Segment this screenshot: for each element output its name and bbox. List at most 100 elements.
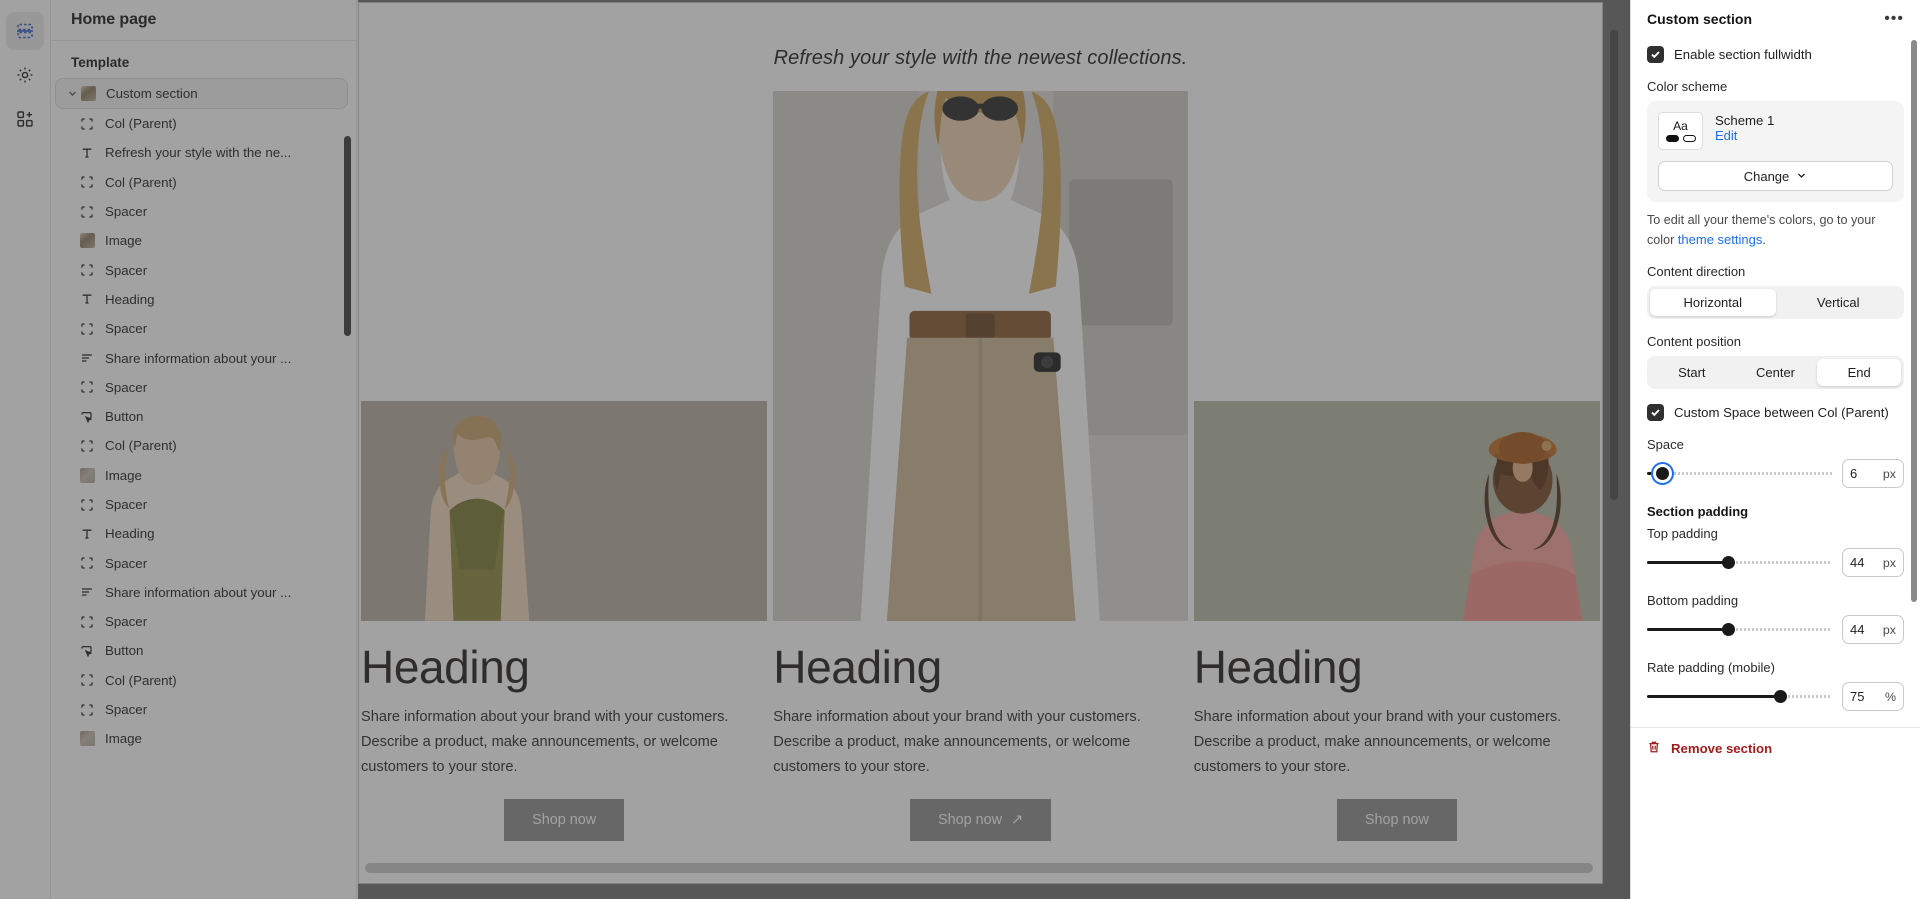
tree-row-spacer[interactable]: Spacer	[51, 373, 356, 402]
custom-space-checkbox[interactable]	[1647, 404, 1664, 422]
slider-knob[interactable]	[1722, 623, 1736, 637]
content-position-label: Content position	[1647, 334, 1741, 350]
sections-icon[interactable]	[6, 12, 44, 50]
column-right-heading: Heading	[1193, 641, 1363, 693]
scheme-name: Scheme 1	[1715, 113, 1775, 128]
image-thumbnail-icon	[80, 86, 96, 102]
tree-row-share-information-about-your[interactable]: Share information about your ...	[51, 578, 356, 607]
change-scheme-button[interactable]: Change	[1658, 161, 1893, 191]
button-icon	[79, 409, 95, 425]
scheme-swatch[interactable]: Aa	[1658, 112, 1703, 150]
tree-row-col-parent[interactable]: Col (Parent)	[51, 666, 356, 695]
tree-row-heading[interactable]: Heading	[51, 519, 356, 548]
slider-knob[interactable]	[1722, 556, 1736, 570]
tree-row-label: Image	[105, 467, 142, 483]
tree-row-image[interactable]: Image	[51, 724, 356, 753]
canvas-vertical-scrollbar[interactable]	[1610, 30, 1618, 500]
tree-row-spacer[interactable]: Spacer	[51, 490, 356, 519]
tree-row-col-parent[interactable]: Col (Parent)	[51, 109, 356, 138]
column-left-body: Heading Share information about your bra…	[361, 643, 767, 841]
more-options-icon[interactable]: •••	[1884, 11, 1904, 27]
tree-row-label: Share information about your ...	[105, 350, 292, 366]
bottom-padding-slider-track[interactable]	[1647, 622, 1832, 638]
shop-now-button-right[interactable]: Shop now	[1336, 798, 1457, 841]
thumbnail-swatch	[79, 233, 95, 249]
tree-row-image[interactable]: Image	[51, 226, 356, 255]
tree-row-label: Image	[105, 233, 142, 249]
tree-row-custom-section[interactable]: Custom section	[55, 78, 348, 109]
direction-option-vertical[interactable]: Vertical	[1776, 289, 1902, 316]
column-center-button-wrap: Shop now ↗	[773, 798, 1187, 841]
rate-padding-slider-track[interactable]	[1647, 689, 1832, 705]
space-slider-track[interactable]	[1647, 466, 1832, 482]
top-padding-value: 44	[1850, 555, 1865, 571]
content-direction-segmented: Horizontal Vertical	[1647, 286, 1904, 320]
thumbnail-swatch	[79, 467, 95, 483]
swatch-pills	[1665, 135, 1696, 142]
theme-settings-hint: To edit all your theme's colors, go to y…	[1647, 211, 1904, 249]
fullwidth-checkbox[interactable]	[1647, 46, 1664, 63]
rate-padding-input[interactable]: 75 %	[1842, 682, 1904, 712]
position-option-center[interactable]: Center	[1734, 359, 1818, 386]
column-center-body: Heading Share information about your bra…	[773, 643, 1187, 841]
bottom-padding-value: 44	[1850, 622, 1865, 638]
bottom-padding-input[interactable]: 44 px	[1842, 615, 1904, 645]
column-left-text: Share information about your brand with …	[361, 709, 729, 776]
tree-row-refresh-your-style-with-the-ne[interactable]: Refresh your style with the ne...	[51, 138, 356, 167]
panel-scrollbar[interactable]	[1911, 40, 1917, 602]
chevron-down-icon[interactable]	[64, 88, 80, 99]
slider-knob[interactable]	[1774, 690, 1788, 704]
image-thumbnail	[79, 467, 95, 483]
tree-row-button[interactable]: Button	[51, 636, 356, 665]
column-left-image[interactable]	[361, 401, 768, 621]
theme-settings-link[interactable]: theme settings	[1678, 232, 1763, 247]
settings-icon[interactable]	[6, 56, 44, 94]
space-value-input[interactable]: 6 px	[1842, 459, 1904, 489]
tree-row-col-parent[interactable]: Col (Parent)	[51, 431, 356, 460]
fullwidth-checkbox-row[interactable]: Enable section fullwidth	[1647, 46, 1904, 63]
preview-frame: Refresh your style with the newest colle…	[358, 2, 1603, 884]
slider-remaining-track	[1728, 561, 1832, 565]
tree-row-button[interactable]: Button	[51, 402, 356, 431]
canvas-horizontal-scrollbar[interactable]	[365, 863, 1593, 873]
tree-row-share-information-about-your[interactable]: Share information about your ...	[51, 343, 356, 372]
page-title: Home page	[71, 11, 157, 28]
tree-row-label: Spacer	[105, 555, 148, 571]
slider-remaining-track	[1661, 472, 1832, 476]
top-padding-input[interactable]: 44 px	[1842, 548, 1904, 578]
slider-knob[interactable]	[1655, 467, 1669, 481]
shop-now-button-left[interactable]: Shop now	[504, 798, 625, 841]
tree-row-heading[interactable]: Heading	[51, 285, 356, 314]
tree-row-spacer[interactable]: Spacer	[51, 695, 356, 724]
top-padding-slider-track[interactable]	[1647, 555, 1832, 571]
position-option-start[interactable]: Start	[1650, 359, 1734, 386]
tree-row-spacer[interactable]: Spacer	[51, 548, 356, 577]
bottom-padding-slider-row: 44 px	[1647, 615, 1904, 645]
tree-row-label: Col (Parent)	[105, 174, 177, 190]
frame-icon	[79, 672, 95, 688]
column-center-image[interactable]	[773, 91, 1188, 621]
direction-option-horizontal[interactable]: Horizontal	[1650, 289, 1776, 317]
layers-sidebar: Home page Template Custom section Col (P…	[51, 0, 357, 899]
tree-row-image[interactable]: Image	[51, 461, 356, 490]
tree-row-spacer[interactable]: Spacer	[51, 314, 356, 343]
section-padding-label: Section padding	[1647, 504, 1749, 520]
app-blocks-icon[interactable]	[6, 100, 44, 138]
tree-row-spacer[interactable]: Spacer	[51, 607, 356, 636]
column-right-image[interactable]	[1193, 401, 1601, 621]
tree-row-spacer[interactable]: Spacer	[51, 197, 356, 226]
tree-row-label: Image	[105, 731, 142, 747]
slider-remaining-track	[1728, 628, 1832, 632]
frame-icon	[79, 262, 95, 278]
top-padding-unit: px	[1882, 555, 1896, 570]
shop-now-button-center[interactable]: Shop now ↗	[909, 798, 1052, 841]
layers-tree: Custom section Col (Parent) Refresh your …	[51, 78, 356, 896]
remove-section-button[interactable]: Remove section	[1631, 728, 1920, 769]
sidebar-scrollbar[interactable]	[344, 136, 351, 336]
custom-space-checkbox-row[interactable]: Custom Space between Col (Parent)	[1647, 404, 1904, 422]
scheme-edit-link[interactable]: Edit	[1715, 128, 1737, 143]
tree-row-spacer[interactable]: Spacer	[51, 255, 356, 284]
position-option-end[interactable]: End	[1817, 359, 1902, 387]
tree-row-col-parent[interactable]: Col (Parent)	[51, 168, 356, 197]
tree-row-label: Spacer	[105, 321, 148, 337]
